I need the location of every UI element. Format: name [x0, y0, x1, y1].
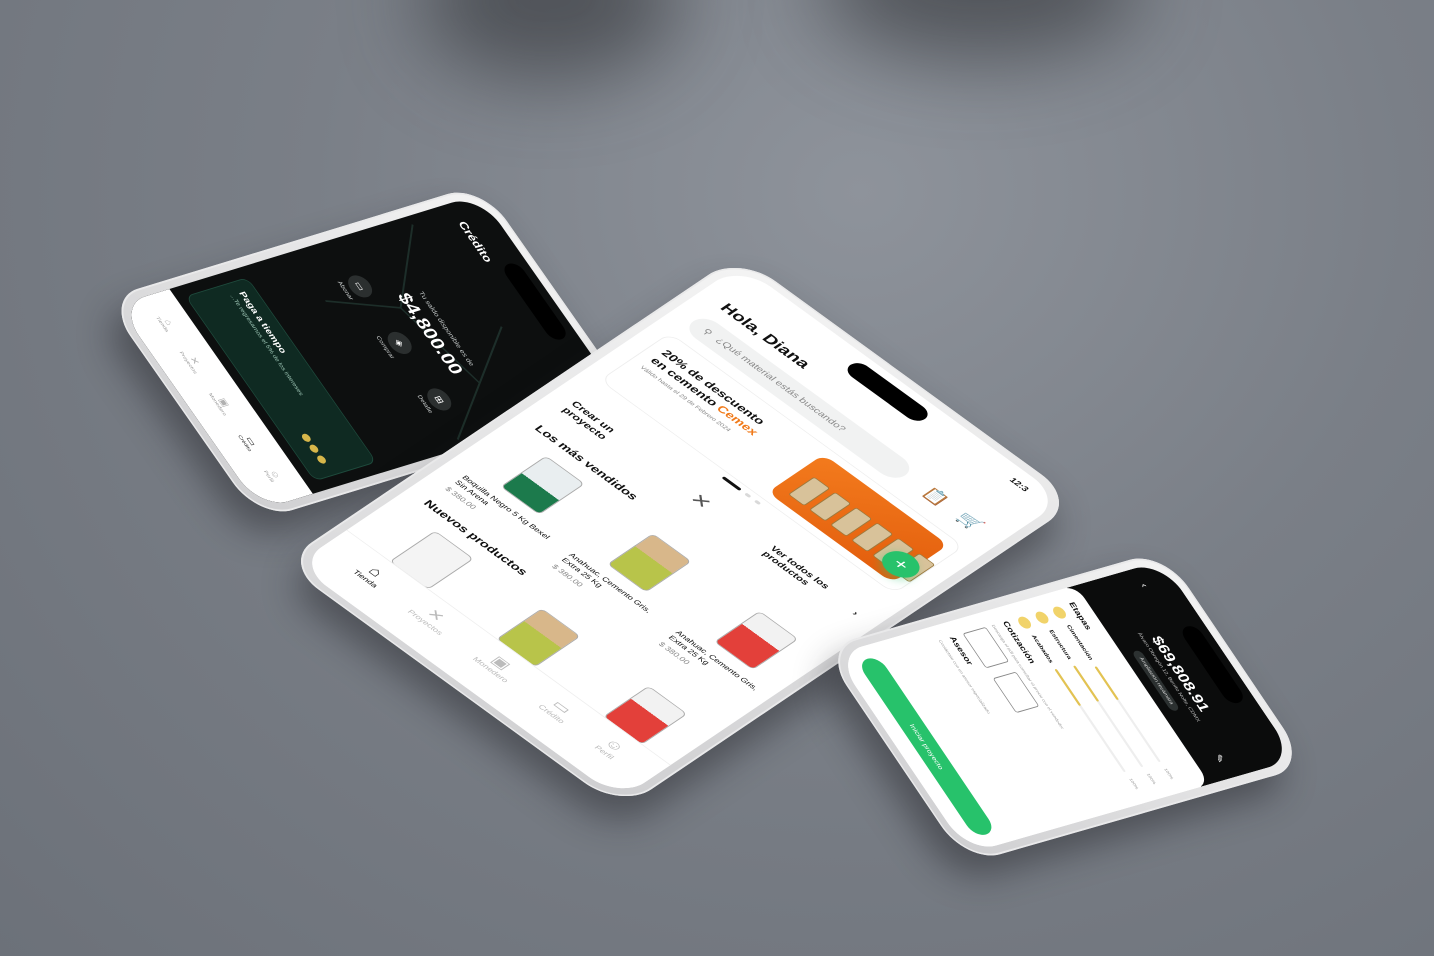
product-sack — [713, 610, 799, 670]
tab-monedero[interactable]: ▣ Monedero — [471, 646, 524, 684]
clipboard-icon[interactable]: 📋 — [917, 484, 953, 510]
promo-title: 20% de descuento en cemento Cemex — [647, 348, 802, 459]
product-card[interactable]: Anahuac, Cemento Gris, Extra 25 Kg $ 380… — [657, 590, 828, 710]
stage-icon — [1015, 615, 1034, 630]
tab-credito[interactable]: ▭ Crédito — [537, 694, 581, 725]
coins-icon: ●●● — [294, 429, 336, 468]
carousel-dot[interactable] — [744, 492, 752, 498]
product-sack — [607, 533, 692, 593]
tab-proyectos[interactable]: ✕ Proyectos — [406, 599, 459, 636]
quote-text: Descarga el pdf para consultar el precio… — [990, 624, 1065, 730]
tab-proyectos[interactable]: ✕ Proyectos — [178, 348, 207, 374]
cart-icon[interactable]: 🛒 — [952, 509, 988, 535]
stage-percent: 100% — [1162, 768, 1175, 780]
tab-perfil[interactable]: ☺ Perfil — [262, 468, 283, 483]
product-sack — [500, 455, 585, 515]
tab-tienda[interactable]: ⌂ Tienda — [154, 314, 177, 332]
carousel-dot[interactable] — [753, 499, 762, 506]
stage-percent: 100% — [1127, 778, 1140, 790]
tools-icon: ✕ — [685, 490, 717, 512]
stage-percent: 100% — [1145, 773, 1157, 785]
tab-tienda[interactable]: ⌂ Tienda — [351, 559, 393, 589]
status-time: 12:3 — [1006, 476, 1031, 494]
stage-icon — [1033, 610, 1052, 625]
tab-perfil[interactable]: ☺ Perfil — [593, 735, 630, 760]
tab-credito[interactable]: ▭ Crédito — [237, 432, 262, 452]
search-icon: ⚲ — [700, 327, 715, 338]
background-shadow — [420, 0, 680, 80]
stage-icon — [1050, 605, 1069, 620]
background-shadow — [820, 0, 1140, 60]
back-icon[interactable]: ‹ — [1138, 582, 1150, 588]
dynamic-island — [842, 359, 933, 425]
tab-monedero[interactable]: ▣ Monedero — [207, 390, 236, 416]
product-card[interactable]: Anahuac, Cemento Gris, Extra 25 Kg $ 380… — [550, 512, 721, 632]
